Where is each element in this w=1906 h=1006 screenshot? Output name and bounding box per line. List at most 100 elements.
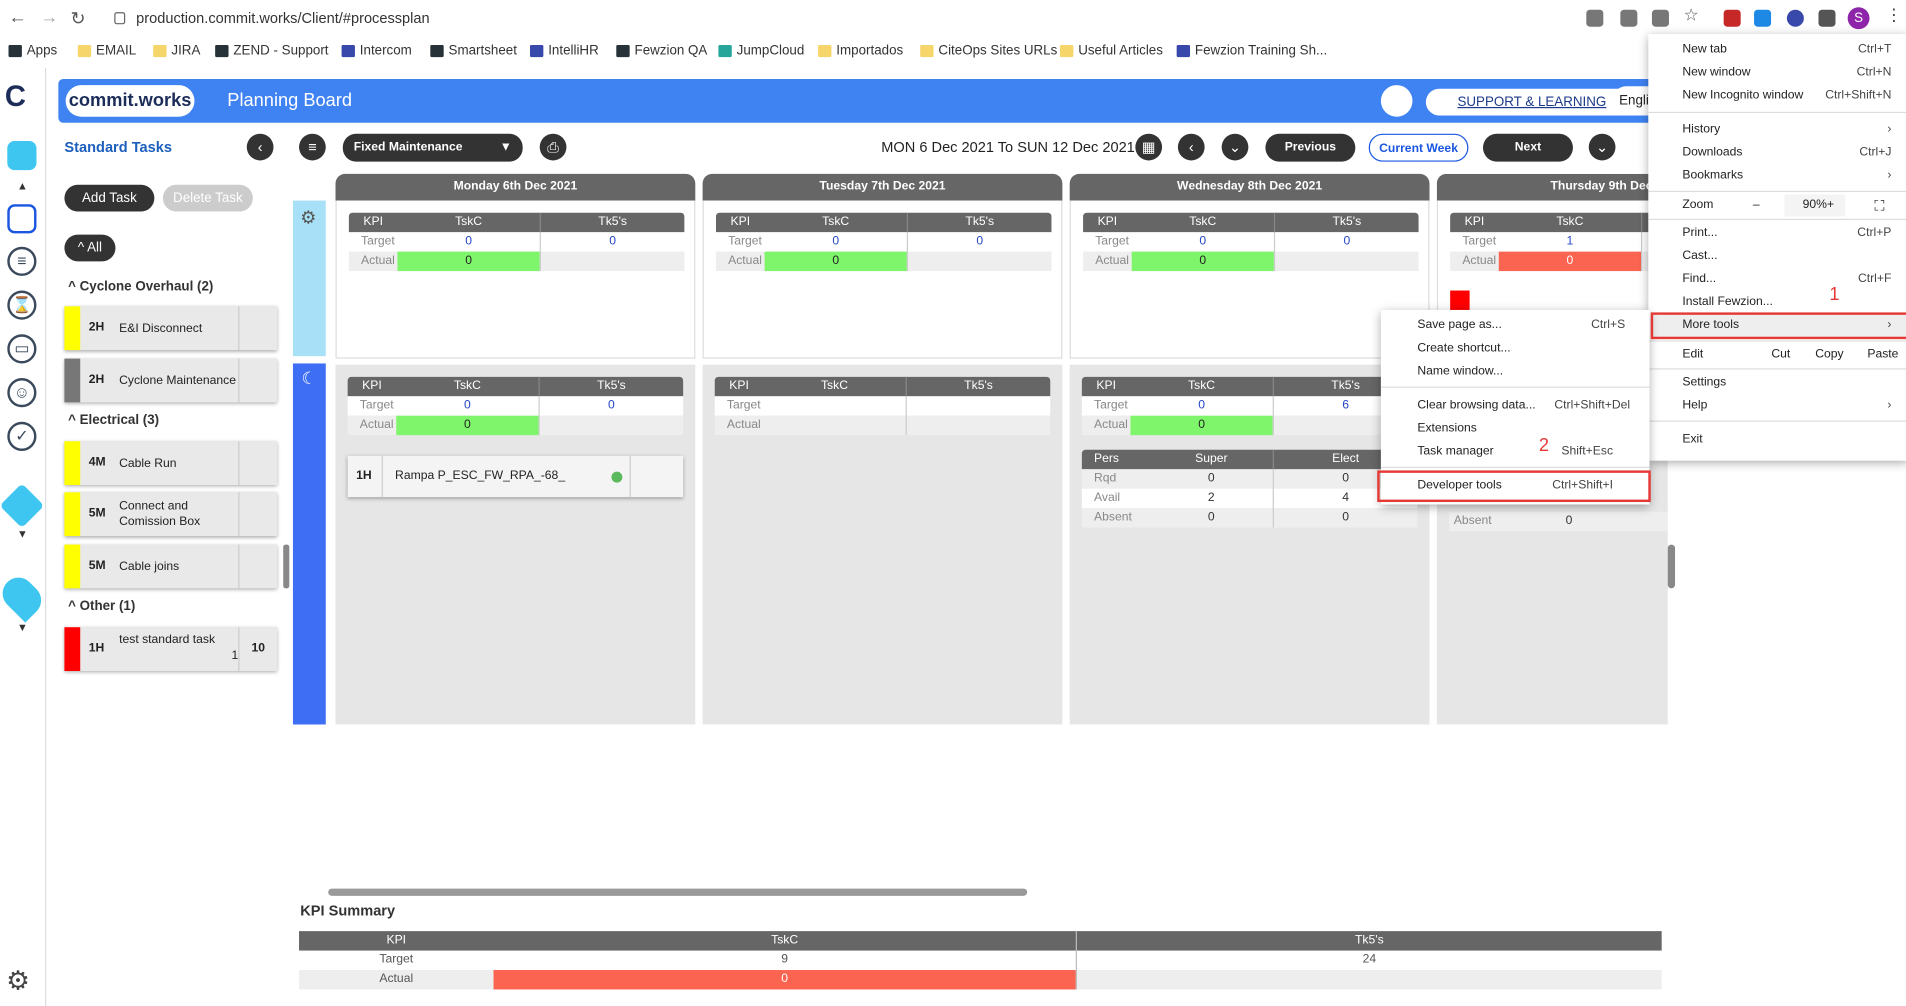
bookmark-fewzion-training[interactable]: Fewzion Training Sh...: [1176, 41, 1327, 60]
menu-item-bookmarks[interactable]: Bookmarks: [1682, 165, 1743, 187]
user-icon[interactable]: ☺: [7, 378, 37, 408]
task-card[interactable]: 2H E&I Disconnect: [64, 306, 278, 351]
bookmark-intellihr[interactable]: IntelliHR: [529, 41, 599, 60]
fullscreen-icon[interactable]: ⛶: [1874, 194, 1884, 216]
profile-avatar[interactable]: S: [1847, 7, 1870, 30]
task-card[interactable]: 2H Cyclone Maintenance: [64, 358, 278, 403]
day-shift-slot[interactable]: KPI TskC Tk5's Target 0 0 Actual 0: [1069, 200, 1430, 359]
group-electrical[interactable]: ^ Electrical (3): [68, 413, 159, 428]
bookmark-importados[interactable]: Importados: [818, 41, 903, 60]
menu-item-history[interactable]: History: [1682, 119, 1720, 141]
document-icon[interactable]: [1380, 85, 1413, 117]
diamond-icon[interactable]: [0, 483, 45, 529]
share-icon[interactable]: [1651, 9, 1669, 27]
menu-item-new-tab[interactable]: New tab: [1682, 39, 1727, 61]
chevron-down-icon[interactable]: ▼: [17, 621, 28, 633]
bookmark-intercom[interactable]: Intercom: [341, 41, 412, 60]
bookmark-fewzion-qa[interactable]: Fewzion QA: [616, 41, 707, 60]
night-shift-slot[interactable]: KPI TskC Tk5's Target Actual: [702, 364, 1063, 725]
bookmark-jira[interactable]: JIRA: [153, 41, 200, 60]
back-icon[interactable]: ←: [9, 7, 27, 28]
chevron-up-icon[interactable]: ▲: [17, 180, 28, 192]
gear-icon[interactable]: ⚙: [6, 965, 30, 997]
star-icon[interactable]: ☆: [1684, 5, 1701, 24]
menu-item-extensions[interactable]: Extensions: [1417, 418, 1476, 440]
next-button[interactable]: Next: [1482, 133, 1573, 162]
install-icon[interactable]: [1586, 9, 1604, 27]
bookmark-zend[interactable]: ZEND - Support: [215, 41, 329, 60]
task-card[interactable]: 5M Cable joins: [64, 544, 278, 589]
menu-item-print[interactable]: Print...: [1682, 222, 1717, 244]
night-shift-slot[interactable]: KPI TskC Tk5's Target 0 6 Actual 0 Pers Super E…: [1069, 364, 1430, 725]
bookmark-useful-articles[interactable]: Useful Articles: [1059, 41, 1163, 60]
menu-item-clear-browsing[interactable]: Clear browsing data...: [1417, 395, 1535, 417]
board-icon[interactable]: [7, 204, 37, 234]
task-card[interactable]: 1H test standard task 1 10: [64, 627, 278, 671]
menu-item-name-window[interactable]: Name window...: [1417, 361, 1503, 383]
task-card[interactable]: 4M Cable Run: [64, 441, 278, 486]
task-card[interactable]: 5M Connect and Comission Box: [64, 492, 278, 537]
forward-icon[interactable]: →: [40, 7, 58, 28]
group-cyclone-overhaul[interactable]: ^ Cyclone Overhaul (2): [68, 280, 213, 295]
bookmark-smartsheet[interactable]: Smartsheet: [430, 41, 517, 60]
previous-button[interactable]: Previous: [1265, 133, 1356, 162]
delete-task-button[interactable]: Delete Task: [162, 184, 253, 212]
day-shift-bar[interactable]: ⚙: [292, 200, 326, 357]
task-color-stripe[interactable]: [1450, 290, 1470, 310]
brand-logo[interactable]: commit.works: [65, 85, 195, 117]
menu-item-cast[interactable]: Cast...: [1682, 246, 1717, 268]
night-shift-bar[interactable]: ☾: [292, 363, 326, 725]
group-other[interactable]: ^ Other (1): [68, 599, 135, 614]
puzzle-icon[interactable]: [1818, 9, 1836, 27]
horizontal-scrollbar[interactable]: [328, 888, 1028, 896]
kebab-menu-icon[interactable]: ⋮: [1885, 5, 1902, 24]
menu-item-help[interactable]: Help: [1682, 395, 1707, 417]
edit-copy-button[interactable]: Copy: [1801, 344, 1857, 366]
reload-icon[interactable]: ↻: [71, 7, 86, 30]
extension-red-icon[interactable]: [1723, 9, 1741, 27]
night-shift-slot[interactable]: KPI TskC Tk5's Target 0 0 Actual 0 1H Rampa P…: [335, 364, 696, 725]
menu-item-new-incognito[interactable]: New Incognito window: [1682, 85, 1803, 107]
board-scrollbar[interactable]: [1667, 544, 1676, 589]
menu-item-exit[interactable]: Exit: [1682, 429, 1702, 451]
menu-item-new-window[interactable]: New window: [1682, 62, 1750, 84]
menu-item-task-manager[interactable]: Task manager: [1417, 441, 1493, 463]
current-week-button[interactable]: Current Week: [1368, 133, 1469, 162]
menu-item-save-page[interactable]: Save page as...: [1417, 315, 1501, 337]
chevron-down-icon[interactable]: ▼: [17, 528, 28, 540]
bookmark-citeops[interactable]: CiteOps Sites URLs: [920, 41, 1057, 60]
bookmark-email[interactable]: EMAIL: [77, 41, 136, 60]
process-dropdown[interactable]: Fixed Maintenance ▼: [342, 133, 523, 162]
list-icon[interactable]: ≡: [7, 246, 37, 276]
zoom-out-button[interactable]: –: [1753, 194, 1760, 216]
chevron-left-button[interactable]: ‹: [1177, 133, 1205, 161]
bookmark-jumpcloud[interactable]: JumpCloud: [718, 41, 804, 60]
chevron-down-button[interactable]: ⌄: [1588, 133, 1616, 161]
check-icon[interactable]: ✓: [7, 421, 37, 451]
scheduled-task-card[interactable]: 1H Rampa P_ESC_FW_RPA_-68_: [347, 455, 684, 498]
day-shift-slot[interactable]: KPI TskC Tk5's Target 0 0 Actual 0: [335, 200, 696, 359]
app-logo-icon[interactable]: C: [5, 80, 26, 114]
day-shift-slot[interactable]: KPI TskC Tk5's Target 0 0 Actual 0: [702, 200, 1063, 359]
zoom-in-button[interactable]: +: [1827, 194, 1834, 216]
extension-zoom-icon[interactable]: [1754, 9, 1772, 27]
extension-blue-icon[interactable]: [1786, 9, 1804, 27]
print-button[interactable]: ⎙: [539, 133, 567, 161]
menu-item-create-shortcut[interactable]: Create shortcut...: [1417, 338, 1510, 360]
menu-item-install[interactable]: Install Fewzion...: [1682, 292, 1773, 314]
hamburger-menu-button[interactable]: ≡: [299, 133, 326, 161]
calendar-button[interactable]: ▦: [1135, 133, 1163, 161]
address-bar[interactable]: production.commit.works/Client/#processp…: [107, 6, 1584, 32]
menu-item-settings[interactable]: Settings: [1682, 372, 1726, 394]
truck-icon[interactable]: ▭: [7, 334, 37, 364]
add-task-button[interactable]: Add Task: [64, 184, 155, 212]
zoom-icon[interactable]: [1620, 9, 1638, 27]
menu-item-find[interactable]: Find...: [1682, 269, 1716, 291]
collapse-panel-button[interactable]: ‹: [246, 133, 274, 161]
panel-resize-handle[interactable]: [283, 544, 290, 589]
edit-paste-button[interactable]: Paste: [1857, 344, 1906, 366]
edit-cut-button[interactable]: Cut: [1755, 344, 1806, 366]
location-pin-icon[interactable]: [0, 571, 48, 623]
chevron-down-button[interactable]: ⌄: [1221, 133, 1249, 161]
hourglass-icon[interactable]: ⌛: [7, 290, 37, 320]
